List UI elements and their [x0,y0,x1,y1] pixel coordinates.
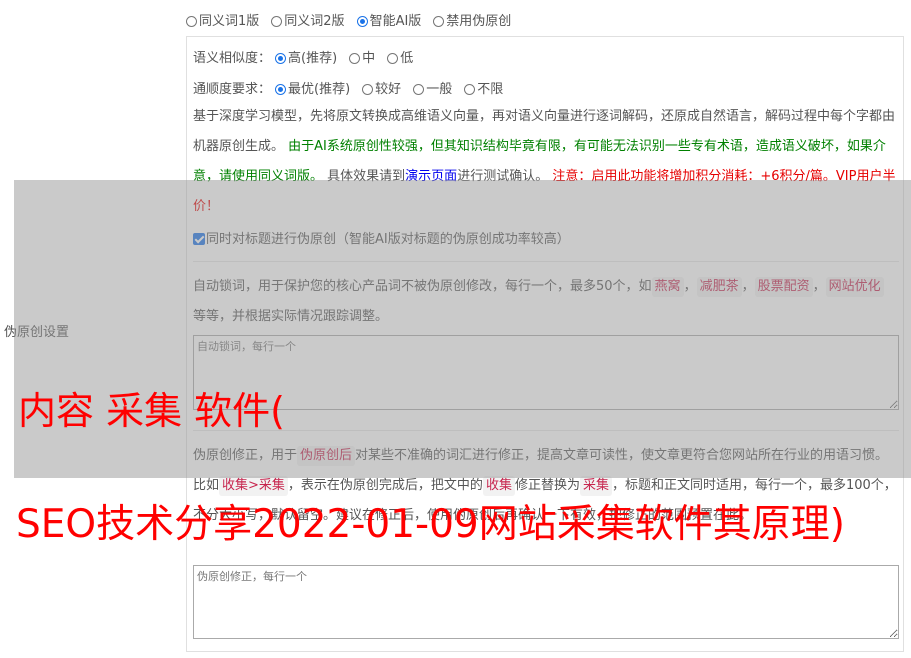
mode-option-synonym-v1[interactable]: 同义词1版 [186,10,259,29]
example-tag: 伪原创后 [297,446,356,466]
divider [193,430,899,431]
fluency-option-any[interactable]: 不限 [464,78,503,97]
similarity-option-high[interactable]: 高(推荐) [275,47,337,66]
lock-words-description: 自动锁词，用于保护您的核心产品词不被伪原创修改，每行一个，最多50个，如 燕窝，减… [193,272,899,332]
fluency-option-normal[interactable]: 一般 [413,78,452,97]
radio-icon[interactable] [464,84,476,95]
radio-checked-icon[interactable] [275,53,287,64]
mode-selector: 同义词1版 同义词2版 智能AI版 禁用伪原创 [186,10,523,29]
divider [193,261,899,262]
radio-icon[interactable] [186,16,197,27]
example-tag: 减肥茶 [696,277,742,297]
section-label: 伪原创设置 [4,325,70,340]
similarity-row: 语义相似度： 高(推荐) 中低 [193,47,425,66]
example-tag: 收集 [482,476,515,496]
example-tag: 采集 [579,476,612,496]
radio-icon[interactable] [271,16,283,27]
radio-icon[interactable] [433,16,445,27]
rewrite-settings-panel: 语义相似度： 高(推荐) 中低 通顺度要求： 最优(推荐) 较好 一般 不限 基于深度学习模… [186,36,904,652]
correction-description: 伪原创修正，用于 伪原创后 对某些不准确的词汇进行修正，提高文章可读性，使文章更符合… [193,446,897,523]
radio-checked-icon[interactable] [275,84,287,95]
example-tag: 网站优化 [825,277,884,297]
similarity-label: 语义相似度： [193,51,272,66]
radio-icon[interactable] [362,84,374,95]
lock-words-input[interactable] [193,335,899,410]
mode-option-synonym-v2[interactable]: 同义词2版 [271,10,345,29]
demo-page-link[interactable]: 演示页面 [405,169,457,184]
radio-icon[interactable] [413,84,425,95]
mode-option-ai[interactable]: 智能AI版 [356,10,421,29]
ai-description: 基于深度学习模型，先将原文转换成高维语义向量，再对语义向量进行逐词解码，还原成自… [193,109,896,214]
example-tag: 燕窝 [651,277,684,297]
fluency-option-best[interactable]: 最优(推荐) [275,78,350,97]
fluency-label: 通顺度要求： [193,82,272,97]
radio-icon[interactable] [349,53,361,64]
radio-checked-icon[interactable] [356,16,368,27]
example-tag: 股票配资 [754,277,813,297]
similarity-option-medium[interactable]: 中 [349,47,375,66]
title-rewrite-option[interactable]: 同时对标题进行伪原创（智能AI版对标题的伪原创成功率较高） [193,228,570,247]
correction-input[interactable] [193,565,899,639]
mode-option-disable[interactable]: 禁用伪原创 [433,10,511,29]
similarity-option-low[interactable]: 低 [387,47,413,66]
radio-icon[interactable] [387,53,399,64]
fluency-row: 通顺度要求： 最优(推荐) 较好 一般 不限 [193,78,515,97]
checkbox-checked-icon[interactable] [193,233,205,245]
example-tag: 收集>采集 [219,476,288,496]
fluency-option-good[interactable]: 较好 [362,78,401,97]
